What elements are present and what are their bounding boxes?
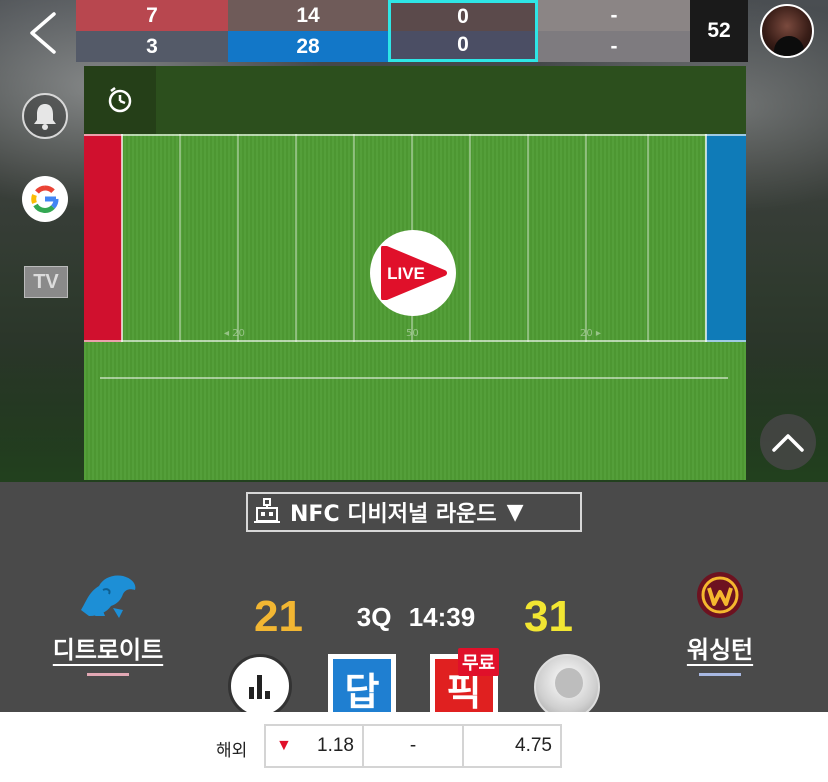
commanders-logo-icon	[650, 566, 790, 624]
away-q1-score: 3	[76, 31, 228, 62]
robot-icon	[254, 498, 280, 523]
away-team-name: 워싱턴	[686, 636, 754, 664]
live-play-icon: LIVE	[381, 246, 447, 300]
home-team-underline	[87, 673, 129, 676]
back-button[interactable]	[26, 10, 60, 56]
away-team[interactable]: 워싱턴	[650, 566, 790, 676]
home-q2-score: 14	[228, 0, 388, 31]
home-team[interactable]: 디트로이트	[38, 566, 178, 676]
draw-odds[interactable]: -	[364, 726, 464, 766]
game-info-panel: NFC 디비저널 라운드 ▼ 디트로이트 21 3Q 14:39 31 워싱턴	[0, 482, 828, 722]
home-q1-score: 7	[76, 0, 228, 31]
away-score: 31	[524, 592, 573, 641]
draw-odds-value: -	[409, 735, 417, 756]
live-play-button[interactable]: LIVE	[370, 230, 456, 316]
home-odds-value: 1.18	[317, 735, 354, 756]
away-odds[interactable]: 4.75	[464, 726, 560, 766]
time-label: 14:39	[408, 602, 476, 632]
tv-button[interactable]: TV	[24, 266, 68, 298]
avatar[interactable]	[760, 4, 814, 58]
odds-table: ▼ 1.18 - 4.75	[264, 724, 562, 768]
home-team-name: 디트로이트	[52, 636, 164, 664]
bell-icon	[34, 104, 56, 130]
google-button[interactable]	[22, 176, 68, 222]
free-badge: 무료	[458, 648, 500, 676]
yard-marker-right: 20 ▸	[580, 328, 601, 339]
answer-label: 답	[333, 659, 391, 717]
bar-chart-icon	[249, 675, 270, 699]
quarter-label: 3Q	[356, 602, 392, 632]
dropdown-arrow-icon: ▼	[506, 499, 524, 525]
yard-marker-left: ◂ 20	[224, 328, 245, 339]
lions-logo-icon	[38, 566, 178, 624]
away-odds-value: 4.75	[515, 735, 552, 756]
total-points: 52	[690, 0, 748, 62]
game-clock: 3Q 14:39	[336, 602, 496, 633]
away-q4-score: -	[538, 31, 690, 62]
yard-marker-mid: 50	[406, 328, 419, 339]
odds-label: 해외	[216, 741, 248, 761]
quarter-scoreboard: 7 14 0 - 3 28 0 -	[76, 0, 690, 62]
away-q3-score: 0	[388, 31, 538, 62]
home-score: 21	[254, 592, 303, 641]
home-odds[interactable]: ▼ 1.18	[266, 726, 364, 766]
notification-button[interactable]	[22, 93, 68, 139]
round-selector[interactable]: NFC 디비저널 라운드 ▼	[246, 492, 582, 532]
timer-icon	[108, 87, 132, 113]
away-team-underline	[699, 673, 741, 676]
field-topbar	[84, 66, 746, 134]
google-icon	[31, 185, 59, 213]
timer-button[interactable]	[84, 66, 156, 134]
round-label: NFC 디비저널 라운드	[290, 502, 497, 527]
away-q2-score: 28	[228, 31, 388, 62]
odds-down-icon: ▼	[276, 737, 292, 754]
scroll-top-button[interactable]	[760, 414, 816, 470]
stats-button[interactable]	[228, 654, 292, 718]
live-label: LIVE	[387, 264, 425, 283]
odds-row: 해외 ▼ 1.18 - 4.75	[0, 712, 828, 782]
chevron-left-icon	[30, 12, 56, 54]
home-q4-score: -	[538, 0, 690, 31]
chevron-up-icon	[772, 434, 804, 452]
player-avatar-button[interactable]	[534, 654, 600, 720]
home-q3-score: 0	[388, 0, 538, 31]
